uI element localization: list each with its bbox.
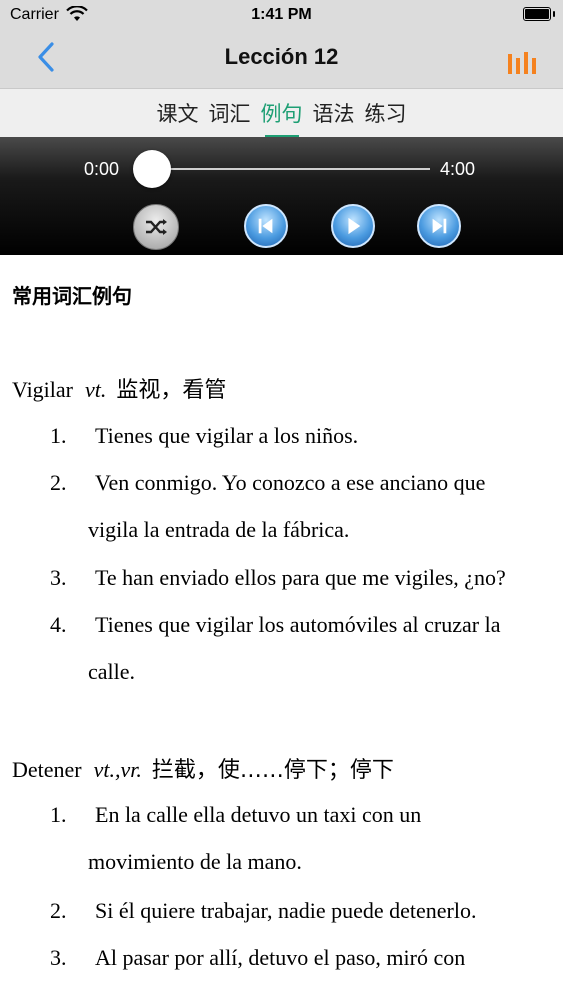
- audio-player: 0:00 4:00: [0, 137, 563, 255]
- previous-button[interactable]: [244, 204, 288, 248]
- skip-previous-icon: [258, 218, 273, 234]
- skip-next-icon: [432, 218, 447, 234]
- tab-grammar[interactable]: 语法: [311, 98, 357, 128]
- status-bar: Carrier 1:41 PM: [0, 0, 563, 30]
- example-number: 3.: [50, 565, 67, 590]
- entry-heading: Vigilar vt. 监视，看管: [12, 372, 226, 404]
- duration-time: 4:00: [440, 159, 476, 179]
- status-time: 1:41 PM: [251, 6, 312, 23]
- example-number: 2.: [50, 470, 67, 495]
- tab-examples[interactable]: 例句: [259, 98, 305, 138]
- page-title: Lección 12: [224, 44, 339, 69]
- current-time: 0:00: [84, 159, 120, 179]
- navigation-bar: Carrier 1:41 PM Lección 12: [0, 0, 563, 88]
- example-text: Si él quiere trabajar, nadie puede deten…: [95, 898, 477, 923]
- shuffle-icon: [146, 219, 167, 235]
- tab-bar: 课文 词汇 例句 语法 练习: [0, 88, 563, 138]
- tab-text[interactable]: 课文: [155, 98, 201, 128]
- progress-slider-knob[interactable]: [133, 150, 171, 188]
- entry-pos: vt.,vr.: [93, 757, 142, 782]
- example-continuation: calle.: [88, 659, 136, 684]
- bar-chart-icon[interactable]: [507, 48, 539, 74]
- example-sentences-content: 常用词汇例句 Vigilar vt. 监视，看管 1. Tienes que vig…: [0, 256, 563, 1000]
- battery-icon: [523, 7, 555, 21]
- example-number: 1.: [50, 423, 67, 448]
- progress-track[interactable]: [152, 168, 430, 170]
- entry-meaning: 拦截，使……停下；停下: [151, 758, 394, 783]
- example-text: En la calle ella detuvo un taxi con un: [95, 802, 422, 827]
- entry-word: Vigilar: [12, 377, 73, 402]
- example-text: Tienes que vigilar los automóviles al cr…: [95, 612, 501, 637]
- entry-word: Detener: [12, 757, 82, 782]
- example-text: Tienes que vigilar a los niños.: [95, 423, 359, 448]
- example-text: Ven conmigo. Yo conozco a ese anciano qu…: [95, 470, 486, 495]
- example-number: 2.: [50, 898, 67, 923]
- example-text: Te han enviado ellos para que me vigiles…: [95, 565, 506, 590]
- entry-meaning: 监视，看管: [116, 378, 227, 403]
- example-number: 1.: [50, 802, 67, 827]
- example-number: 3.: [50, 945, 67, 970]
- next-button[interactable]: [417, 204, 461, 248]
- example-text: Al pasar por allí, detuvo el paso, miró …: [95, 945, 466, 970]
- example-continuation: movimiento de la mano.: [88, 849, 302, 874]
- example-continuation: vigila la entrada de la fábrica.: [88, 517, 350, 542]
- section-title: 常用词汇例句: [12, 284, 132, 308]
- entry-heading: Detener vt.,vr. 拦截，使……停下；停下: [12, 752, 394, 784]
- tab-vocabulary[interactable]: 词汇: [207, 98, 253, 128]
- play-button[interactable]: [331, 204, 375, 248]
- play-icon: [348, 217, 361, 235]
- shuffle-button[interactable]: [133, 204, 179, 250]
- entry-pos: vt.: [85, 377, 107, 402]
- example-number: 4.: [50, 612, 67, 637]
- tab-exercises[interactable]: 练习: [363, 98, 409, 128]
